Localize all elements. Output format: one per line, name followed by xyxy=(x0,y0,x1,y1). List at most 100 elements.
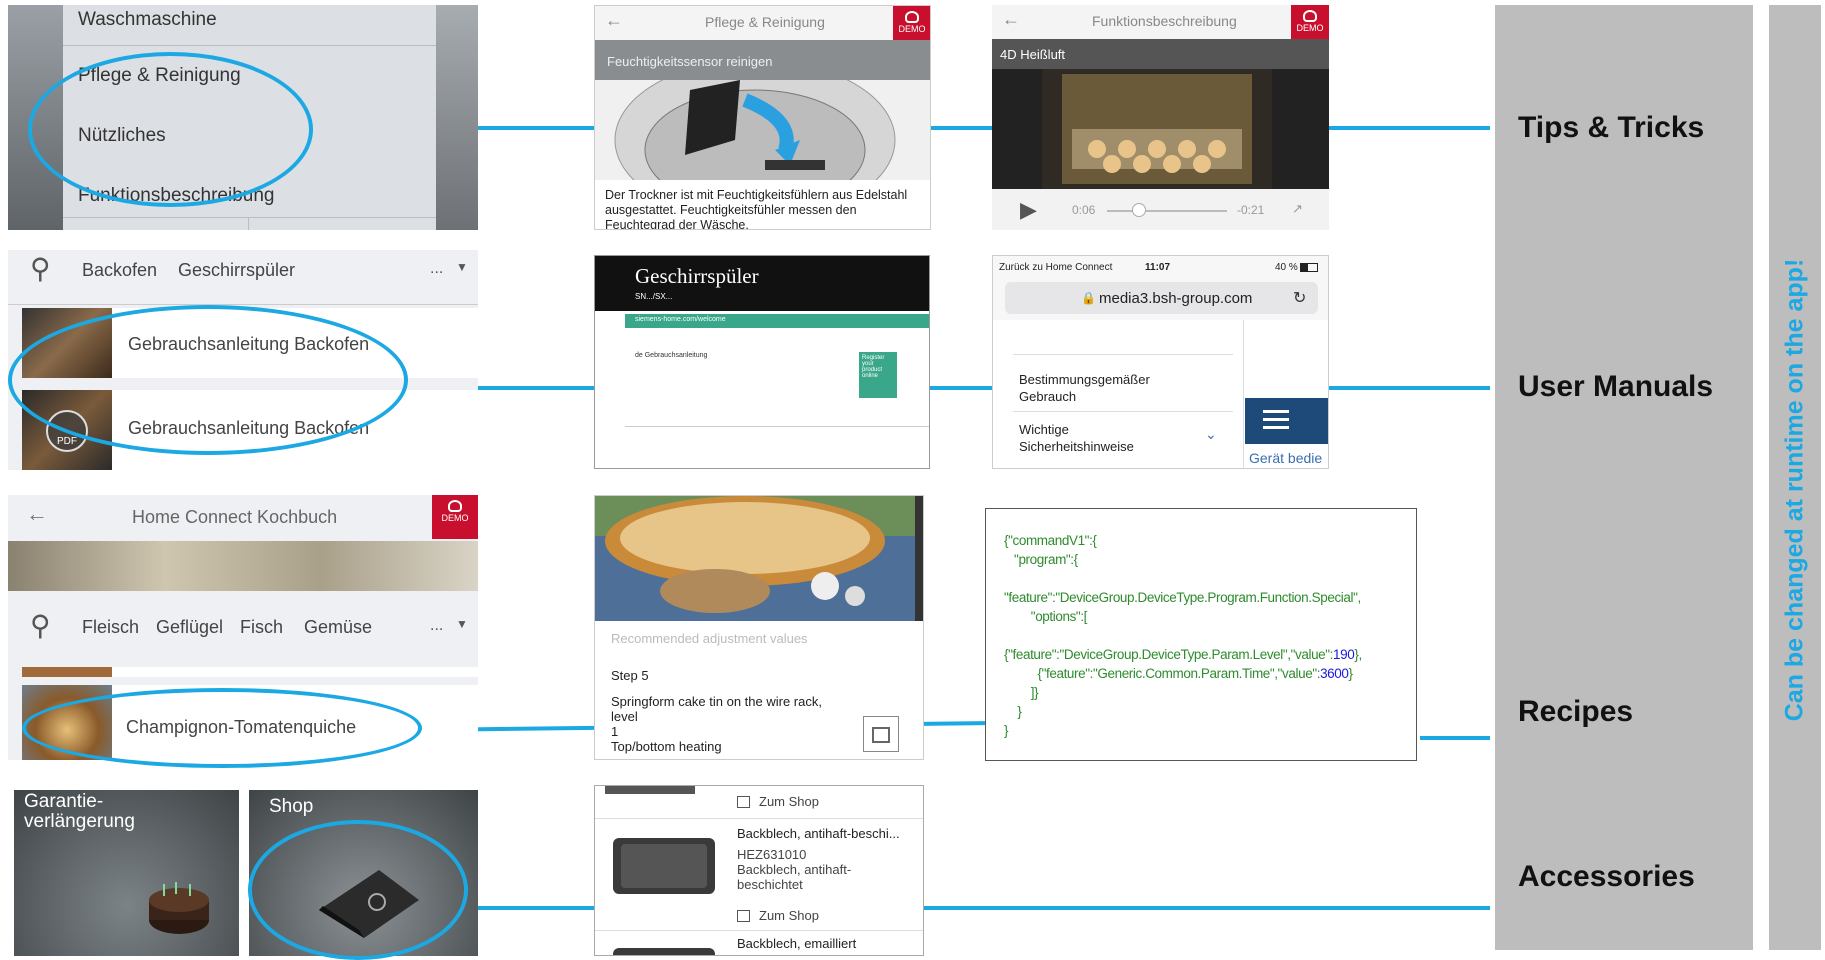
highlight-ellipse-menu xyxy=(28,52,313,207)
recipe-line: Top/bottom heating xyxy=(611,739,722,754)
baking-tray-image xyxy=(609,942,719,955)
oven-icon[interactable] xyxy=(863,716,899,752)
shop-accessories-screenshot: Zum Shop Backblech, antihaft-beschi... H… xyxy=(594,785,924,956)
highlight-ellipse-accessories xyxy=(248,820,468,960)
reload-icon[interactable]: ↻ xyxy=(1293,288,1306,308)
hamburger-menu[interactable] xyxy=(1245,398,1328,444)
zum-shop-link[interactable]: Zum Shop xyxy=(759,794,819,809)
code-line: {"feature":"DeviceGroup.DeviceType.Param… xyxy=(1004,645,1362,664)
code-line: ]} xyxy=(1004,683,1362,702)
product-title[interactable]: Backblech, emailliert xyxy=(737,936,856,951)
progress-track[interactable] xyxy=(1107,210,1227,212)
doc-title: Geschirrspüler xyxy=(635,264,759,288)
connector-line-manuals xyxy=(420,386,1490,390)
progress-thumb[interactable] xyxy=(1132,203,1146,217)
category-manuals: User Manuals xyxy=(1518,370,1714,403)
category-tab[interactable]: Gemüse xyxy=(304,617,372,638)
search-icon[interactable]: ⚲ xyxy=(30,252,51,285)
cake-image xyxy=(144,880,214,936)
side-note: Can be changed at runtime on the app! xyxy=(1780,258,1809,722)
browser-menu-item[interactable]: Bestimmungsgemäßer Gebrauch xyxy=(1019,371,1169,405)
url-text: media3.bsh-group.com xyxy=(1099,290,1253,307)
back-arrow-icon[interactable]: ← xyxy=(1002,9,1020,30)
code-token: 190 xyxy=(1333,647,1355,662)
category-tab[interactable]: Fleisch xyxy=(82,617,139,638)
recipe-line: Springform cake tin on the wire rack, xyxy=(611,694,822,709)
back-arrow-icon[interactable]: ← xyxy=(605,10,623,31)
code-line: {"commandV1":{ xyxy=(1004,531,1362,550)
chevron-down-icon[interactable]: ⌄ xyxy=(1205,426,1217,443)
register-button[interactable]: Register your product online xyxy=(859,352,897,398)
chevron-down-icon[interactable]: ▼ xyxy=(456,617,468,631)
code-token: {"feature":"DeviceGroup.DeviceType.Param… xyxy=(1004,647,1334,662)
category-tab[interactable]: Fisch xyxy=(240,617,283,638)
recipe-step: Step 5 xyxy=(611,668,649,683)
code-line: {"feature":"Generic.Common.Param.Time","… xyxy=(1004,664,1362,683)
category-accessories: Accessories xyxy=(1518,860,1695,893)
code-line: } xyxy=(1004,702,1362,721)
code-token: {"feature":"Generic.Common.Param.Time","… xyxy=(1004,666,1321,681)
category-tab[interactable]: Geflügel xyxy=(156,617,223,638)
more-menu[interactable]: ... xyxy=(430,617,443,635)
time-elapsed: 0:06 xyxy=(1072,203,1096,217)
dryer-illustration xyxy=(595,59,930,221)
search-icon[interactable]: ⚲ xyxy=(30,609,51,642)
code-line: "options":[ xyxy=(1004,607,1362,626)
warranty-tile[interactable]: Garantie- verlängerung xyxy=(14,790,239,956)
screen-title: Pflege & Reinigung xyxy=(705,14,825,30)
status-time: 11:07 xyxy=(1145,262,1171,273)
side-link[interactable]: Gerät bedie xyxy=(1249,450,1322,466)
tab-backofen[interactable]: Backofen xyxy=(82,260,157,281)
demo-badge[interactable]: DEMO xyxy=(893,6,930,42)
video-subtitle: 4D Heißluft xyxy=(1000,47,1066,62)
function-description-screenshot: ← Funktionsbeschreibung DEMO 4D Heißluft… xyxy=(992,5,1329,230)
code-token: } xyxy=(1004,723,1009,738)
screen-title: Funktionsbeschreibung xyxy=(1092,13,1237,29)
product-desc: Backblech, antihaft- beschichtet xyxy=(737,862,852,892)
json-command-box: {"commandV1":{ "program":{"feature":"Dev… xyxy=(985,508,1417,761)
highlight-ellipse-recipes xyxy=(22,688,422,768)
tab-geschirrspueler[interactable]: Geschirrspüler xyxy=(178,260,295,281)
recipe-line: level xyxy=(611,709,638,724)
code-token: } xyxy=(1348,666,1354,681)
doc-lang-line: de Gebrauchsanleitung xyxy=(635,352,708,359)
demo-badge[interactable]: DEMO xyxy=(1291,5,1329,41)
oven-video[interactable] xyxy=(1042,69,1272,189)
demo-badge[interactable]: DEMO xyxy=(432,495,478,539)
code-token: 3600 xyxy=(1320,666,1349,681)
tile-label: Shop xyxy=(269,796,314,817)
more-menu[interactable]: ... xyxy=(430,260,443,278)
care-cleaning-screenshot: ← Pflege & Reinigung DEMO Feuchtigkeitss… xyxy=(594,5,931,230)
code-token: {"commandV1":{ xyxy=(1004,533,1097,548)
chevron-down-icon[interactable]: ▼ xyxy=(456,260,468,274)
code-token: }, xyxy=(1354,647,1362,662)
category-tips: Tips & Tricks xyxy=(1518,111,1705,144)
back-link[interactable]: Zurück zu Home Connect xyxy=(999,262,1112,273)
cookbook-title: Home Connect Kochbuch xyxy=(132,507,338,527)
dishwasher-manual-screenshot: Geschirrspüler SN.../SX... siemens-home.… xyxy=(594,255,930,469)
quiche-photo xyxy=(595,496,923,621)
battery-status: 40 % xyxy=(1275,262,1298,273)
menu-item[interactable]: Waschmaschine xyxy=(78,9,217,31)
play-icon[interactable]: ▶ xyxy=(1020,197,1037,223)
time-remaining: -0:21 xyxy=(1237,203,1265,217)
back-arrow-icon[interactable]: ← xyxy=(26,501,48,527)
recipe-heading: Recommended adjustment values xyxy=(611,631,808,646)
recipe-step-screenshot: Recommended adjustment values Step 5 Spr… xyxy=(594,495,924,760)
browser-menu-item[interactable]: Wichtige Sicherheitshinweise xyxy=(1019,421,1169,455)
recipe-line: 1 xyxy=(611,724,619,739)
highlight-ellipse-manuals xyxy=(8,305,408,455)
zum-shop-link[interactable]: Zum Shop xyxy=(759,908,819,923)
connector-line-recipes-right xyxy=(1420,736,1490,740)
product-code: HEZ631010 xyxy=(737,847,807,862)
code-line: "program":{ xyxy=(1004,550,1362,569)
code-token: } xyxy=(1004,704,1022,719)
cart-icon[interactable] xyxy=(737,910,750,922)
doc-model: SN.../SX... xyxy=(635,292,673,301)
category-recipes: Recipes xyxy=(1518,695,1634,728)
product-title[interactable]: Backblech, antihaft-beschi... xyxy=(737,826,900,841)
code-token: "program":{ xyxy=(1004,552,1078,567)
fullscreen-icon[interactable]: ↗ xyxy=(1292,201,1303,217)
tile-label: Garantie- verlängerung xyxy=(24,791,135,832)
cart-icon[interactable] xyxy=(737,796,750,808)
